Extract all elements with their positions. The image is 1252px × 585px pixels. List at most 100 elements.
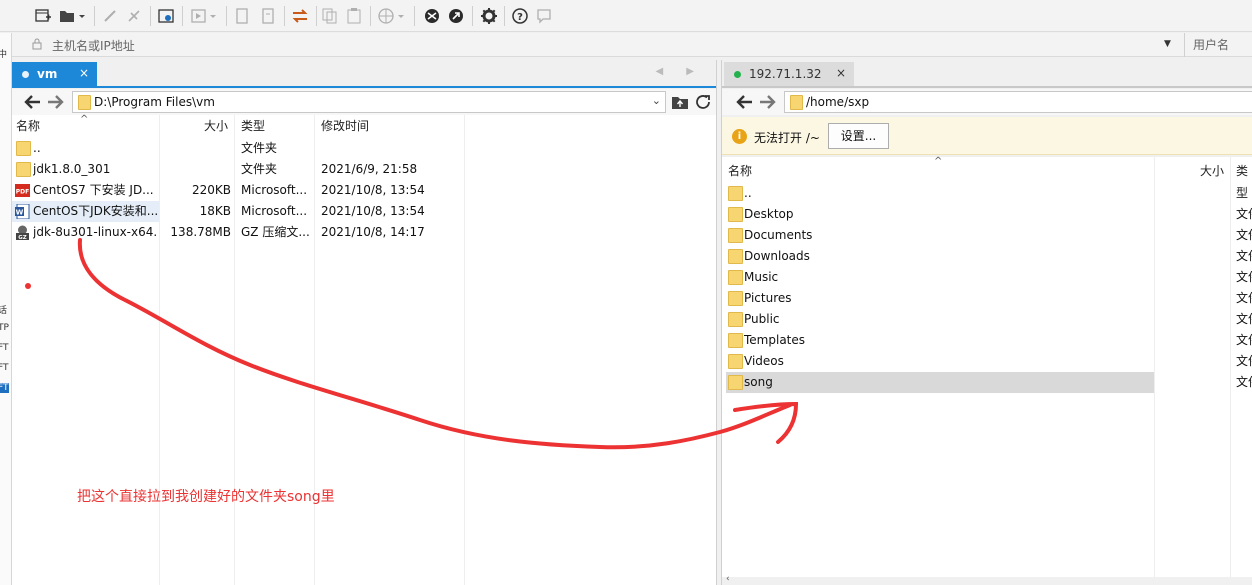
horizontal-scrollbar[interactable]: ‹ [722, 574, 1252, 585]
file-modified: 2021/10/8, 13:54 [321, 183, 425, 197]
local-pane: vm × ◀ ▶ D:\Program Files\vm ⌄ 名称 大小 类型 … [12, 60, 716, 585]
svg-text:?: ? [517, 12, 523, 23]
back-arrow-icon[interactable] [22, 93, 42, 111]
close-icon[interactable]: × [79, 66, 89, 80]
strip-text: 中 [0, 47, 7, 60]
column-header-type[interactable]: 类型 [241, 115, 265, 137]
column-header-size[interactable]: 大小 [1200, 160, 1224, 182]
svg-text:W: W [16, 209, 24, 217]
tab-label: 192.71.1.32 [749, 67, 822, 81]
refresh-icon[interactable] [694, 93, 714, 111]
folder-name: Public [744, 312, 780, 326]
table-row[interactable]: Music 文件夹 [722, 267, 1252, 288]
file-size: 18KB [199, 204, 231, 218]
help-icon[interactable]: ? [510, 5, 530, 27]
settings-button[interactable]: 设置... [828, 123, 889, 149]
table-row[interactable]: Pictures 文件夹 [722, 288, 1252, 309]
strip-text: TP [0, 323, 9, 333]
table-row-selected[interactable]: song 文件夹 [722, 372, 1252, 393]
warning-bar: i 无法打开 /~ 设置... [722, 117, 1252, 155]
table-row[interactable]: W CentOS下JDK安装和... 18KB Microsoft... 202… [12, 201, 716, 222]
host-placeholder: 主机名或IP地址 [52, 39, 135, 53]
folder-name: .. [744, 186, 752, 200]
folder-name: Music [744, 270, 779, 284]
file-name: jdk1.8.0_301 [33, 162, 111, 176]
svg-text:GZ: GZ [18, 235, 27, 240]
file-name: jdk-8u301-linux-x64... [33, 225, 157, 239]
chat-icon [534, 5, 554, 27]
column-header-name[interactable]: 名称 [728, 160, 752, 182]
tab-vm[interactable]: vm × [12, 62, 97, 86]
open-folder-icon[interactable] [56, 5, 88, 27]
xshell-icon[interactable] [422, 5, 442, 27]
table-row[interactable]: PDF CentOS7 下安装 JD... 220KB Microsoft...… [12, 180, 716, 201]
folder-name: Videos [744, 354, 784, 368]
table-row[interactable]: Templates 文件夹 [722, 330, 1252, 351]
folder-icon [728, 270, 743, 285]
table-row[interactable]: Downloads 文件夹 [722, 246, 1252, 267]
folder-name: Desktop [744, 207, 794, 221]
sort-indicator-icon: ^ [934, 156, 943, 167]
connected-status-dot [734, 70, 741, 78]
globe-icon [376, 5, 408, 27]
folder-type: 文件夹 [1236, 333, 1252, 347]
folder-name: Templates [744, 333, 806, 347]
table-row[interactable]: Documents 文件夹 [722, 225, 1252, 246]
folder-icon [728, 249, 743, 264]
host-input[interactable]: 主机名或IP地址 ▼ [12, 33, 1182, 57]
file-type: Microsoft... [241, 183, 308, 197]
xftp-icon[interactable] [446, 5, 466, 27]
folder-icon [78, 95, 91, 110]
copy-icon [232, 5, 252, 27]
chevron-down-icon[interactable]: ▼ [1164, 39, 1171, 49]
file-modified: 2021/10/8, 14:17 [321, 225, 425, 239]
column-header-size[interactable]: 大小 [204, 115, 228, 137]
table-row[interactable]: GZ jdk-8u301-linux-x64... 138.78MB GZ 压缩… [12, 222, 716, 243]
local-path-row: D:\Program Files\vm ⌄ [12, 89, 716, 115]
background-window-strip: 中 话 TP FT FT FT [0, 33, 12, 585]
folder-icon [728, 186, 743, 201]
transfer-icon[interactable] [290, 5, 310, 27]
table-row[interactable]: .. [722, 183, 1252, 204]
new-session-icon[interactable] [32, 5, 54, 27]
file-size: 138.78MB [170, 225, 231, 239]
table-row[interactable]: .. 文件夹 [12, 138, 716, 159]
session-manager-icon[interactable] [156, 5, 176, 27]
local-path-input[interactable]: D:\Program Files\vm ⌄ [72, 91, 666, 113]
local-file-list: 名称 大小 类型 修改时间 ^ .. 文件夹 jdk1.8.0_301 文件夹 … [12, 114, 716, 585]
remote-path-input[interactable]: /home/sxp [784, 91, 1252, 113]
folder-type: 文件夹 [1236, 291, 1252, 305]
column-header-type[interactable]: 类型 [1236, 160, 1252, 200]
table-row[interactable]: Public 文件夹 [722, 309, 1252, 330]
file-name: CentOS下JDK安装和... [33, 204, 157, 218]
back-arrow-icon[interactable] [734, 93, 754, 111]
forward-arrow-icon[interactable] [46, 93, 66, 111]
table-row[interactable]: Videos 文件夹 [722, 351, 1252, 372]
tab-remote-host[interactable]: 192.71.1.32 × [724, 62, 854, 86]
remote-file-list: 名称 大小 类型 ^ .. Desktop 文件夹 Documents 文件夹 … [722, 156, 1252, 577]
close-icon[interactable]: × [836, 66, 846, 80]
settings-icon[interactable] [478, 5, 500, 27]
disconnect-icon [100, 5, 120, 27]
column-header-modified[interactable]: 修改时间 [321, 115, 369, 137]
strip-text: 话 [0, 303, 7, 316]
column-header-name[interactable]: 名称 [16, 115, 40, 137]
file-modified: 2021/10/8, 13:54 [321, 204, 425, 218]
tab-scroll-arrows[interactable]: ◀ ▶ [655, 66, 704, 77]
strip-text: FT [0, 343, 9, 353]
file-name: CentOS7 下安装 JD... [33, 183, 154, 197]
annotation-text: 把这个直接拉到我创建好的文件夹song里 [77, 489, 335, 505]
folder-name: Pictures [744, 291, 792, 305]
username-input[interactable]: 用户名 [1184, 33, 1252, 57]
up-folder-icon[interactable] [670, 93, 690, 111]
clipboard-icon [344, 5, 364, 27]
scroll-left-icon[interactable]: ‹ [726, 574, 730, 584]
forward-arrow-icon[interactable] [758, 93, 778, 111]
folder-icon [790, 95, 803, 110]
table-row[interactable]: Desktop 文件夹 [722, 204, 1252, 225]
table-row[interactable]: jdk1.8.0_301 文件夹 2021/6/9, 21:58 [12, 159, 716, 180]
chevron-down-icon[interactable]: ⌄ [652, 94, 661, 107]
folder-name: Downloads [744, 249, 810, 263]
folder-type: 文件夹 [1236, 354, 1252, 368]
file-name: .. [33, 141, 41, 155]
